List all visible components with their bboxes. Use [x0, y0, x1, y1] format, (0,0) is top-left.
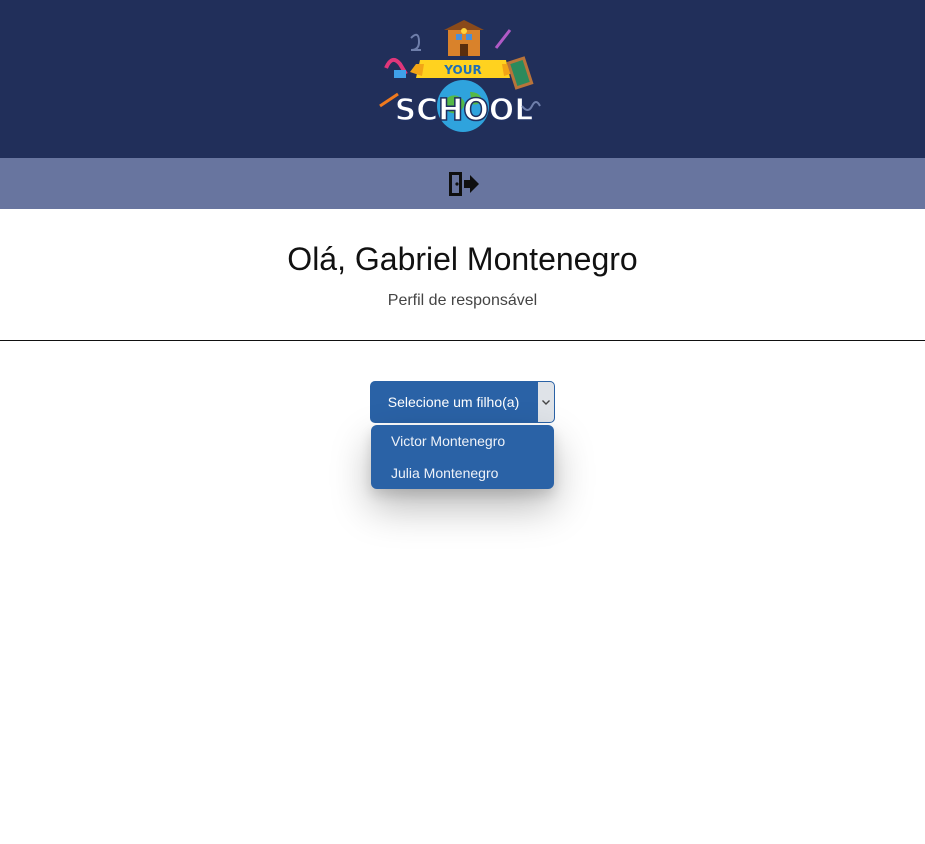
dropdown-menu: Victor Montenegro Julia Montenegro	[371, 425, 554, 489]
nav-bar	[0, 158, 925, 209]
logout-button[interactable]	[445, 167, 481, 201]
child-dropdown: Selecione um filho(a)	[370, 381, 555, 423]
chevron-down-icon	[542, 400, 550, 405]
profile-subtitle: Perfil de responsável	[387, 292, 538, 309]
svg-text:SCHOOL: SCHOOL	[394, 93, 533, 128]
child-selector-area: Selecione um filho(a) Victor Montenegro …	[0, 341, 925, 641]
top-header: YOUR SCHOOL	[0, 0, 925, 158]
dropdown-option[interactable]: Victor Montenegro	[371, 431, 554, 463]
svg-text:YOUR: YOUR	[443, 63, 481, 77]
greeting-section: Olá, Gabriel Montenegro Perfil de respon…	[0, 209, 925, 341]
school-logo: YOUR SCHOOL	[378, 20, 541, 132]
logout-door-icon	[448, 171, 479, 196]
dropdown-toggle[interactable]	[537, 381, 555, 423]
select-child-button[interactable]: Selecione um filho(a)	[370, 381, 537, 423]
greeting-title: Olá, Gabriel Montenegro	[287, 241, 638, 277]
dropdown-option[interactable]: Julia Montenegro	[371, 463, 554, 495]
